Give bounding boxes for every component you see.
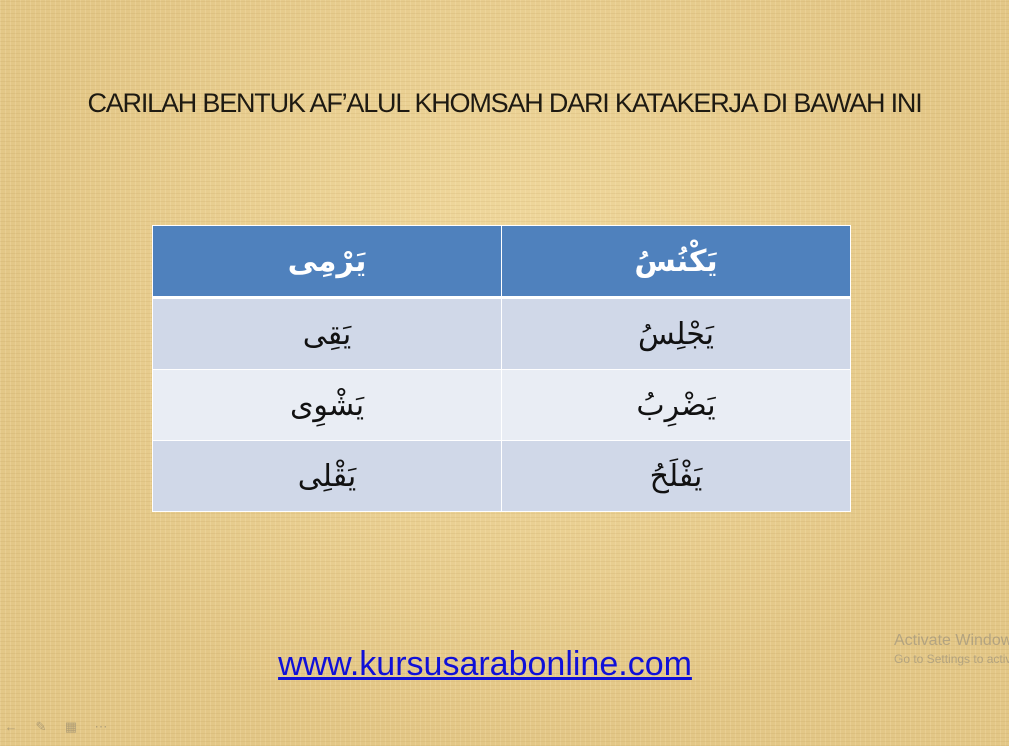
header-cell-left: يَرْمِى (152, 225, 502, 299)
table-cell: يَضْرِبُ (501, 369, 851, 441)
arrow-icon[interactable]: ← (2, 720, 20, 734)
slides-icon[interactable]: ▦ (62, 720, 80, 734)
watermark-line1: Activate Windows (894, 632, 1009, 649)
table-row: يَقْلِى يَفْلَحُ (152, 440, 851, 512)
table-cell: يَجْلِسُ (501, 297, 851, 370)
slide-controls: ← ✎ ▦ ⋯ (2, 720, 110, 734)
table-cell: يَقِى (152, 297, 502, 370)
table-row: يَقِى يَجْلِسُ (152, 297, 851, 370)
table-header-row: يَرْمِى يَكْنُسُ (152, 225, 851, 299)
more-icon[interactable]: ⋯ (92, 720, 110, 734)
table-cell: يَشْوِى (152, 369, 502, 441)
table-cell: يَفْلَحُ (501, 440, 851, 512)
slide-title: CARILAH BENTUK AF’ALUL KHOMSAH DARI KATA… (87, 88, 922, 118)
table-row: يَشْوِى يَضْرِبُ (152, 369, 851, 441)
website-link[interactable]: www.kursusarabonline.com (0, 645, 970, 684)
watermark-line2: Go to Settings to activate Windows. (894, 652, 1009, 666)
pen-icon[interactable]: ✎ (32, 720, 50, 734)
header-cell-right: يَكْنُسُ (501, 225, 851, 299)
table-cell: يَقْلِى (152, 440, 502, 512)
activation-watermark: Activate Windows Go to Settings to activ… (894, 632, 1009, 666)
verb-table: يَرْمِى يَكْنُسُ يَقِى يَجْلِسُ يَشْوِى … (152, 225, 851, 512)
